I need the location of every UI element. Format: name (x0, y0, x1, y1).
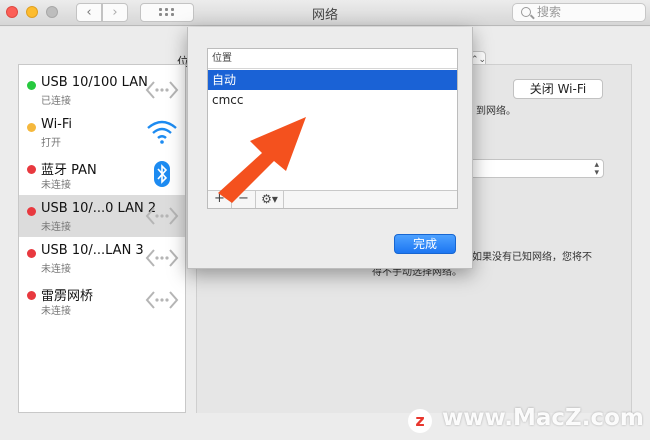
chevron-updown-icon: ▴ ▾ (594, 160, 599, 178)
status-dot-icon (27, 81, 36, 90)
service-item[interactable]: 雷雳网桥 未连接 (19, 279, 185, 321)
service-status: 打开 (41, 138, 61, 149)
watermark-logo: z (408, 409, 432, 433)
service-name: USB 10/...0 LAN 2 (41, 201, 157, 216)
add-location-button[interactable]: + (208, 191, 232, 208)
service-item[interactable]: USB 10/100 LAN 已连接 (19, 69, 185, 111)
status-dot-icon (27, 165, 36, 174)
known-networks-text: 到网络。 (476, 106, 516, 117)
edit-locations-sheet: 位置 自动 cmcc + − ⚙▾ 完成 (187, 27, 473, 269)
service-status: 未连接 (41, 264, 71, 275)
ethernet-icon (145, 203, 179, 229)
gear-menu-button[interactable]: ⚙▾ (256, 191, 284, 208)
bluetooth-icon (145, 161, 179, 187)
ethernet-icon (145, 287, 179, 313)
status-dot-icon (27, 291, 36, 300)
service-name: USB 10/...LAN 3 (41, 243, 144, 258)
status-dot-icon (27, 207, 36, 216)
service-name: USB 10/100 LAN (41, 75, 148, 90)
search-input[interactable]: 搜索 (512, 3, 646, 22)
turn-off-wifi-button[interactable]: 关闭 Wi-Fi (513, 79, 603, 99)
title-bar: ‹ › 网络 搜索 (0, 0, 650, 26)
remove-location-button[interactable]: − (232, 191, 256, 208)
location-toolbar: + − ⚙▾ (208, 190, 457, 208)
service-item[interactable]: Wi-Fi 打开 (19, 111, 185, 153)
service-item[interactable]: 蓝牙 PAN 未连接 (19, 153, 185, 195)
service-status: 未连接 (41, 306, 71, 317)
search-placeholder: 搜索 (537, 5, 562, 19)
watermark-text: www.MacZ.com (442, 405, 644, 431)
location-item[interactable]: cmcc (208, 90, 457, 110)
service-status: 已连接 (41, 96, 71, 107)
location-item[interactable]: 自动 (208, 70, 457, 90)
service-item[interactable]: USB 10/...LAN 3 未连接 (19, 237, 185, 279)
location-list-header: 位置 (208, 49, 457, 69)
service-list[interactable]: USB 10/100 LAN 已连接 Wi-Fi 打开 蓝牙 PAN 未连接 USB 10/… (18, 64, 186, 413)
service-item[interactable]: USB 10/...0 LAN 2 未连接 (19, 195, 185, 237)
service-status: 未连接 (41, 180, 71, 191)
ethernet-icon (145, 245, 179, 271)
service-status: 未连接 (41, 222, 71, 233)
location-list[interactable]: 位置 自动 cmcc + − ⚙▾ (207, 48, 458, 209)
service-name: Wi-Fi (41, 117, 73, 132)
wifi-icon (145, 119, 179, 145)
done-button[interactable]: 完成 (394, 234, 456, 254)
status-dot-icon (27, 123, 36, 132)
ethernet-icon (145, 77, 179, 103)
status-dot-icon (27, 249, 36, 258)
search-icon (521, 7, 531, 17)
gear-icon: ⚙▾ (261, 192, 278, 206)
